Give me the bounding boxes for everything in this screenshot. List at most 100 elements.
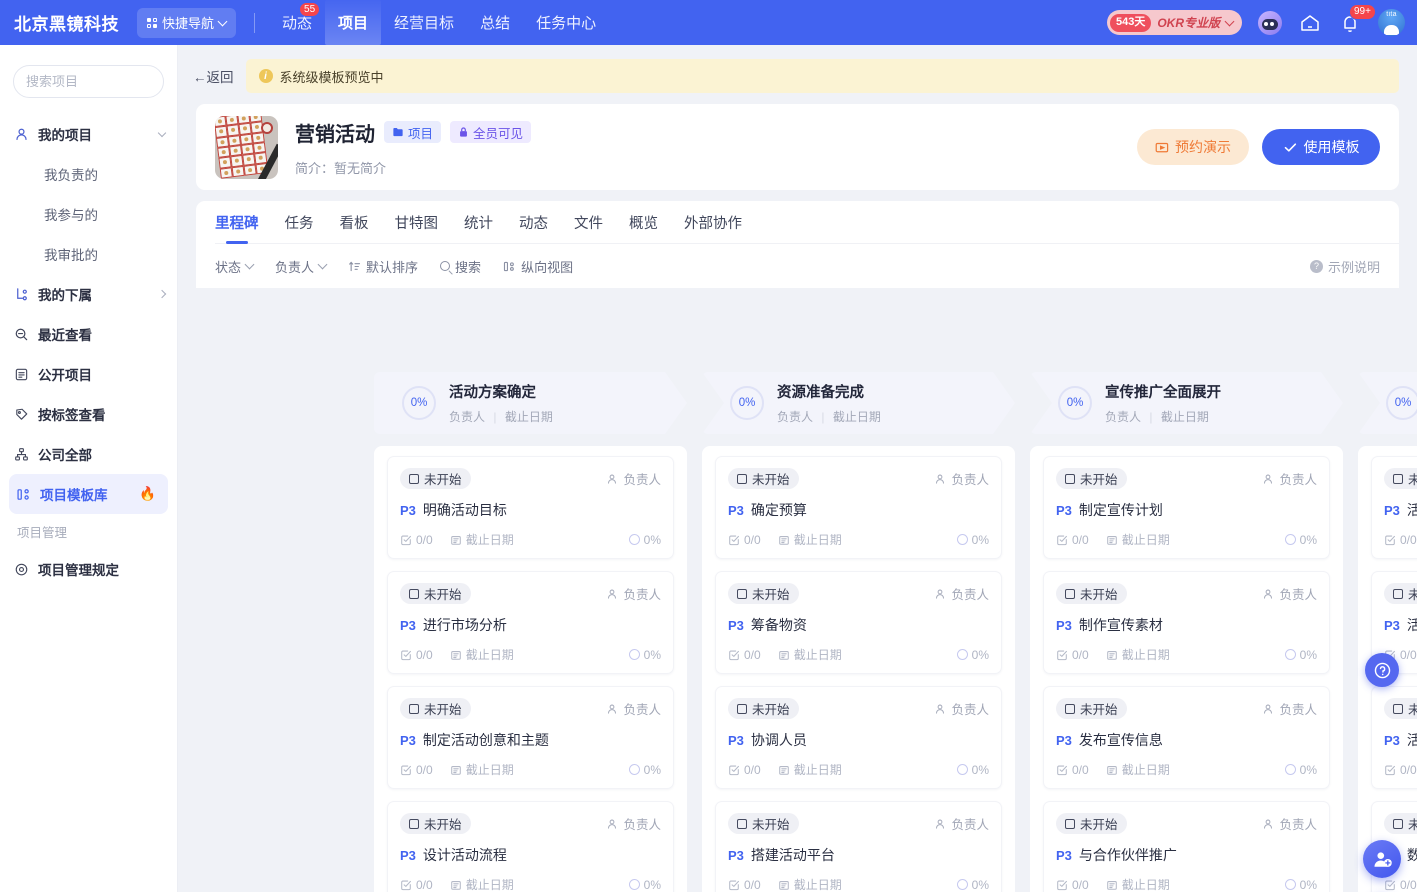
ai-robot-icon[interactable] [1258, 10, 1282, 35]
nav-item-dongtai[interactable]: 动态 55 [269, 0, 325, 45]
nav-item-renwuzhongxin[interactable]: 任务中心 [523, 0, 609, 45]
sidebar-item-my-projects[interactable]: 我的项目 [0, 114, 177, 154]
tab-milestone[interactable]: 里程碑 [215, 201, 259, 244]
nav-item-zongjie[interactable]: 总结 [467, 0, 523, 45]
status-badge[interactable]: 未开始 [1056, 813, 1127, 834]
task-owner[interactable]: 负责人 [606, 814, 661, 833]
tab-activity[interactable]: 动态 [519, 201, 548, 244]
task-card[interactable]: 未开始 负责人 P3 协调人员 0/0 截止日期 0% [715, 686, 1002, 789]
sidebar-item-recent[interactable]: 最近查看 [0, 314, 177, 354]
tab-gantt[interactable]: 甘特图 [395, 201, 439, 244]
chevron-right-icon[interactable] [157, 289, 167, 299]
due-date-label: 截止日期 [1121, 763, 1170, 777]
status-badge[interactable]: 未开始 [728, 698, 799, 719]
home-icon[interactable] [1298, 11, 1322, 35]
task-owner[interactable]: 负责人 [1262, 814, 1317, 833]
task-owner[interactable]: 负责人 [606, 469, 661, 488]
task-card[interactable]: 未开始 负责人 P3 筹备物资 0/0 截止日期 0% [715, 571, 1002, 674]
use-template-button[interactable]: 使用模板 [1262, 129, 1380, 165]
notification-bell-icon[interactable]: 99+ [1338, 3, 1376, 35]
task-card[interactable]: 未开始 负责人 P3 制作宣传素材 0/0 截止日期 0% [1043, 571, 1330, 674]
milestone-board[interactable]: 0% 活动方案确定 负责人 | 截止日期 0% 资源准备完成 负责人 | 截止日… [374, 372, 1417, 892]
milestone-header[interactable]: 0% 资源准备完成 负责人 | 截止日期 [702, 372, 1015, 434]
quick-nav-label: 快捷导航 [162, 16, 215, 31]
task-card[interactable]: 未开始 负责人 P3 搭建活动平台 0/0 截止日期 0% [715, 801, 1002, 892]
nav-item-jingyingmubiao[interactable]: 经营目标 [381, 0, 467, 45]
task-card[interactable]: 未开始 负责人 P3 确定预算 0/0 截止日期 0% [715, 456, 1002, 559]
task-card-header: 未开始负责人 [1384, 468, 1417, 489]
progress-label: 0% [1299, 762, 1317, 777]
status-badge[interactable]: 未开始 [400, 468, 471, 489]
example-help-button[interactable]: ? 示例说明 [1309, 257, 1380, 276]
task-owner[interactable]: 负责人 [1262, 699, 1317, 718]
filter-status[interactable]: 状态 [215, 257, 255, 276]
sidebar-item-public-projects[interactable]: 公开项目 [0, 354, 177, 394]
nav-item-xiangmu[interactable]: 项目 [325, 0, 382, 45]
tab-files[interactable]: 文件 [574, 201, 603, 244]
sidebar-item-subordinates[interactable]: 我的下属 [0, 274, 177, 314]
task-owner[interactable]: 负责人 [934, 699, 989, 718]
chevron-down-icon[interactable] [157, 128, 167, 137]
view-mode-button[interactable]: 纵向视图 [503, 257, 573, 276]
task-card[interactable]: 未开始 负责人 P3 制定活动创意和主题 0/0 截止日期 0% [387, 686, 674, 789]
task-card[interactable]: 未开始 负责人 P3 明确活动目标 0/0 截止日期 0% [387, 456, 674, 559]
sidebar-item-approved[interactable]: 我审批的 [0, 234, 177, 274]
sidebar-item-by-tag[interactable]: 按标签查看 [0, 394, 177, 434]
task-owner[interactable]: 负责人 [606, 699, 661, 718]
sort-button[interactable]: 默认排序 [348, 257, 418, 276]
task-card[interactable]: 未开始 负责人 P3 制定宣传计划 0/0 截止日期 0% [1043, 456, 1330, 559]
status-badge[interactable]: 未开始 [728, 813, 799, 834]
status-badge[interactable]: 未开始 [1384, 468, 1417, 489]
sidebar-item-company-all[interactable]: 公司全部 [0, 434, 177, 474]
sidebar-item-joined[interactable]: 我参与的 [0, 194, 177, 234]
milestone-header[interactable]: 0% 活动方案确定 负责人 | 截止日期 [374, 372, 687, 434]
task-owner[interactable]: 负责人 [606, 584, 661, 603]
task-progress: 0% [628, 648, 661, 662]
status-badge[interactable]: 未开始 [400, 698, 471, 719]
task-owner[interactable]: 负责人 [934, 814, 989, 833]
quick-nav-button[interactable]: 快捷导航 [137, 7, 237, 38]
status-badge[interactable]: 未开始 [1384, 583, 1417, 604]
task-owner[interactable]: 负责人 [1262, 584, 1317, 603]
search-input[interactable] [26, 74, 202, 89]
task-card[interactable]: 未开始负责人 P3 活动互动环节执行 0/0截止日期0% [1371, 686, 1417, 789]
sidebar-item-owned[interactable]: 我负责的 [0, 154, 177, 194]
okr-edition-button[interactable]: 543天 OKR专业版 [1106, 10, 1242, 35]
sidebar-item-project-rules[interactable]: 项目管理规定 [0, 549, 177, 589]
status-badge[interactable]: 未开始 [400, 583, 471, 604]
tab-kanban[interactable]: 看板 [340, 201, 369, 244]
tab-tasks[interactable]: 任务 [285, 201, 314, 244]
sidebar-item-template-library[interactable]: 项目模板库 🔥 [9, 474, 168, 514]
tab-external-collaboration[interactable]: 外部协作 [684, 201, 742, 244]
back-button[interactable]: ←返回 [185, 66, 242, 86]
milestone-header[interactable]: 0% 活动执行 负责人 | 截止日期 [1358, 372, 1417, 434]
status-badge[interactable]: 未开始 [1056, 698, 1127, 719]
tab-label: 概览 [629, 215, 658, 232]
status-badge[interactable]: 未开始 [728, 468, 799, 489]
task-card[interactable]: 未开始 负责人 P3 设计活动流程 0/0 截止日期 0% [387, 801, 674, 892]
task-owner[interactable]: 负责人 [1262, 469, 1317, 488]
task-card[interactable]: 未开始 负责人 P3 发布宣传信息 0/0 截止日期 0% [1043, 686, 1330, 789]
task-card[interactable]: 未开始 负责人 P3 进行市场分析 0/0 截止日期 0% [387, 571, 674, 674]
notification-count-badge: 99+ [1349, 3, 1376, 20]
status-badge[interactable]: 未开始 [1384, 813, 1417, 834]
tab-statistics[interactable]: 统计 [464, 201, 493, 244]
add-user-fab-button[interactable] [1363, 840, 1401, 878]
help-fab-button[interactable] [1365, 653, 1399, 687]
task-card[interactable]: 未开始负责人 P3 活动前检查 0/0截止日期0% [1371, 456, 1417, 559]
status-badge[interactable]: 未开始 [1056, 583, 1127, 604]
user-avatar[interactable]: tita [1378, 9, 1405, 36]
task-owner[interactable]: 负责人 [934, 584, 989, 603]
book-demo-button[interactable]: 预约演示 [1137, 129, 1249, 165]
milestone-header[interactable]: 0% 宣传推广全面展开 负责人 | 截止日期 [1030, 372, 1343, 434]
search-project-box[interactable] [13, 65, 213, 98]
filter-owner[interactable]: 负责人 [275, 257, 328, 276]
task-owner[interactable]: 负责人 [934, 469, 989, 488]
status-badge[interactable]: 未开始 [1056, 468, 1127, 489]
status-badge[interactable]: 未开始 [400, 813, 471, 834]
task-card[interactable]: 未开始 负责人 P3 与合作伙伴推广 0/0 截止日期 0% [1043, 801, 1330, 892]
board-search-button[interactable]: 搜索 [440, 257, 481, 276]
status-badge[interactable]: 未开始 [1384, 698, 1417, 719]
tab-overview[interactable]: 概览 [629, 201, 658, 244]
status-badge[interactable]: 未开始 [728, 583, 799, 604]
